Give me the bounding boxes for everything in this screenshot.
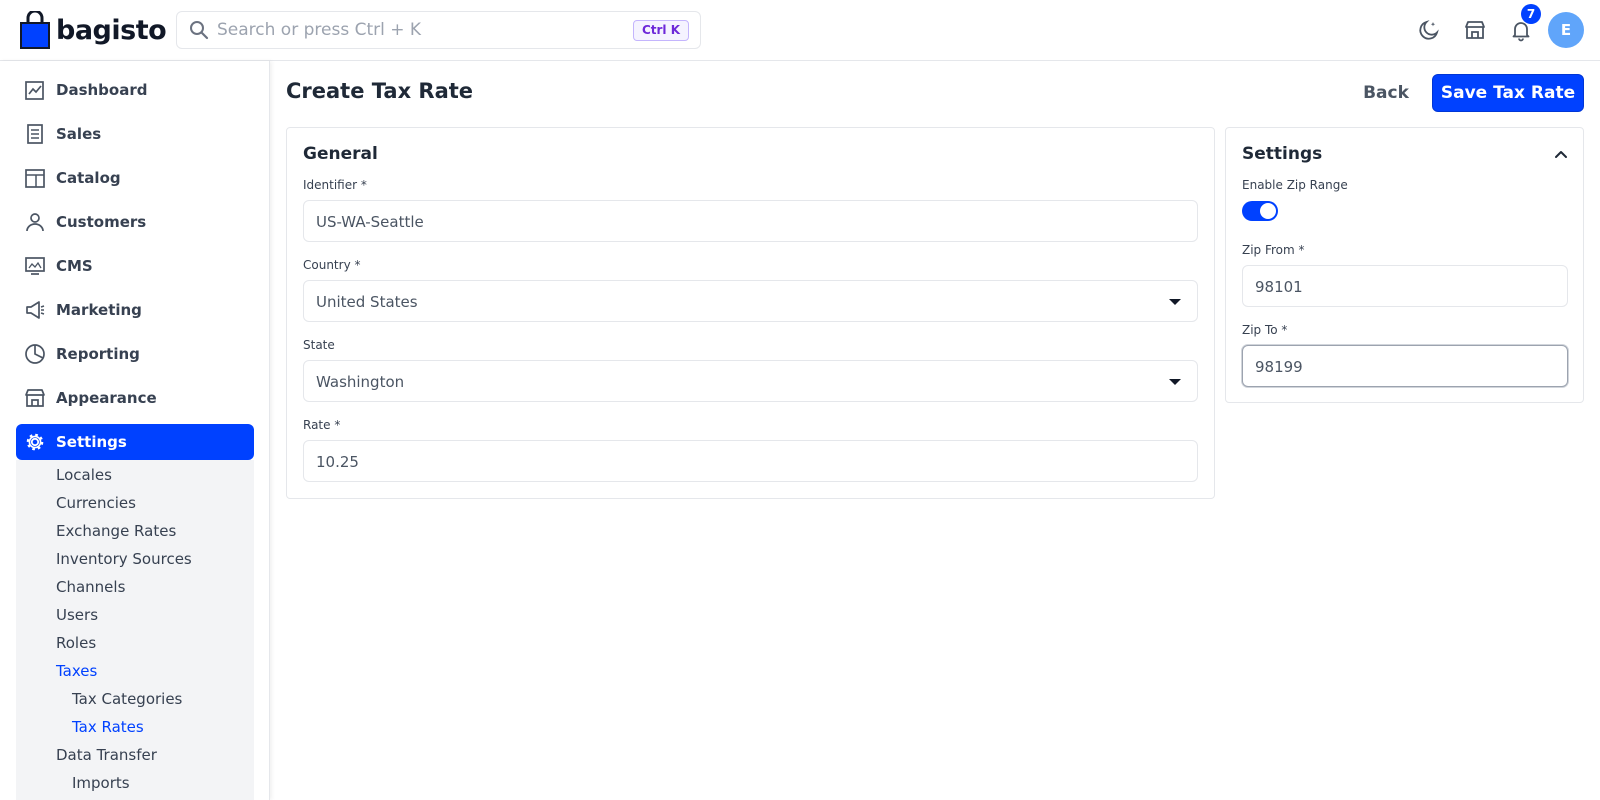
zip-from-label: Zip From * [1242,243,1305,257]
dark-mode-toggle[interactable] [1416,17,1442,43]
user-icon [26,213,44,232]
sidebar-item-label: CMS [56,257,93,275]
megaphone-icon [26,301,45,319]
submenu-item-roles[interactable]: Roles [56,634,96,652]
submenu-item-data-transfer[interactable]: Data Transfer [56,746,157,764]
sidebar-item-marketing[interactable]: Marketing [16,292,254,328]
sidebar-item-customers[interactable]: Customers [16,204,254,240]
sidebar-item-settings[interactable]: Settings [16,424,254,460]
monitor-icon [25,257,45,275]
submenu-item-inventory-sources[interactable]: Inventory Sources [56,550,192,568]
submenu-item-tax-rates[interactable]: Tax Rates [72,718,144,736]
identifier-label: Identifier * [303,178,367,192]
submenu-item-tax-categories[interactable]: Tax Categories [72,690,182,708]
country-select[interactable]: United States [303,280,1198,322]
state-label: State [303,338,335,352]
storefront-button[interactable] [1462,17,1488,43]
sidebar-item-dashboard[interactable]: Dashboard [16,72,254,108]
dashboard-icon [25,81,44,100]
gear-icon [26,433,44,451]
sidebar-item-label: Customers [56,213,147,231]
sidebar-item-label: Sales [56,125,102,143]
catalog-icon [25,169,45,188]
zip-to-label: Zip To * [1242,323,1288,337]
zip-to-field[interactable]: 98199 [1242,345,1568,387]
receipt-icon [27,124,43,144]
identifier-value: US-WA-Seattle [316,213,424,231]
settings-submenu: Locales Currencies Exchange Rates Invent… [16,460,254,800]
country-label: Country * [303,258,361,272]
submenu-item-imports[interactable]: Imports [72,774,130,792]
sidebar-item-catalog[interactable]: Catalog [16,160,254,196]
submenu-item-users[interactable]: Users [56,606,98,624]
brand-logo[interactable]: bagisto [20,10,167,50]
store-icon [25,389,45,407]
state-select[interactable]: Washington [303,360,1198,402]
save-tax-rate-button[interactable]: Save Tax Rate [1432,74,1584,112]
submenu-item-channels[interactable]: Channels [56,578,125,596]
rate-label: Rate * [303,418,341,432]
search-shortcut-badge: Ctrl K [632,20,689,41]
sidebar-item-sales[interactable]: Sales [16,116,254,152]
state-value: Washington [316,373,405,391]
toggle-knob [1260,203,1276,219]
notification-count-badge: 7 [1521,4,1541,24]
zip-from-field[interactable]: 98101 [1242,265,1568,307]
sidebar-item-label: Dashboard [56,81,148,99]
settings-card: Settings Enable Zip Range Zip From * 981… [1225,127,1584,403]
chevron-up-icon[interactable] [1553,146,1569,162]
caret-down-icon [1169,379,1181,385]
zip-range-toggle[interactable] [1242,201,1278,221]
page-title: Create Tax Rate [286,79,474,103]
zip-range-label: Enable Zip Range [1242,178,1348,192]
sidebar-item-label: Reporting [56,345,140,363]
sidebar-item-label: Appearance [56,389,157,407]
country-value: United States [316,293,418,311]
caret-down-icon [1169,299,1181,305]
submenu-item-taxes[interactable]: Taxes [56,662,97,680]
avatar[interactable]: E [1548,12,1584,48]
sidebar-item-label: Marketing [56,301,142,319]
sidebar-item-cms[interactable]: CMS [16,248,254,284]
search-input[interactable] [217,12,597,48]
submenu-item-exchange-rates[interactable]: Exchange Rates [56,522,176,540]
pie-chart-icon [25,344,45,364]
search-box[interactable]: Ctrl K [176,11,701,49]
rate-field[interactable]: 10.25 [303,440,1198,482]
sidebar-item-label: Catalog [56,169,121,187]
zip-from-value: 98101 [1255,278,1303,296]
submenu-item-locales[interactable]: Locales [56,466,112,484]
sidebar-item-appearance[interactable]: Appearance [16,380,254,416]
settings-card-title: Settings [1242,144,1323,164]
submenu-item-currencies[interactable]: Currencies [56,494,136,512]
search-icon [190,21,209,40]
sidebar-item-label: Settings [56,433,127,451]
top-header: bagisto Ctrl K 7 E [0,0,1600,61]
shopping-bag-icon [20,11,50,49]
general-card-title: General [303,144,378,164]
rate-value: 10.25 [316,453,359,471]
brand-name: bagisto [56,14,167,46]
zip-to-value: 98199 [1255,358,1303,376]
identifier-field[interactable]: US-WA-Seattle [303,200,1198,242]
moon-icon [1419,20,1439,40]
store-icon [1465,21,1485,39]
back-button[interactable]: Back [1354,78,1418,108]
sidebar-item-reporting[interactable]: Reporting [16,336,254,372]
general-card: General Identifier * US-WA-Seattle Count… [286,127,1215,499]
